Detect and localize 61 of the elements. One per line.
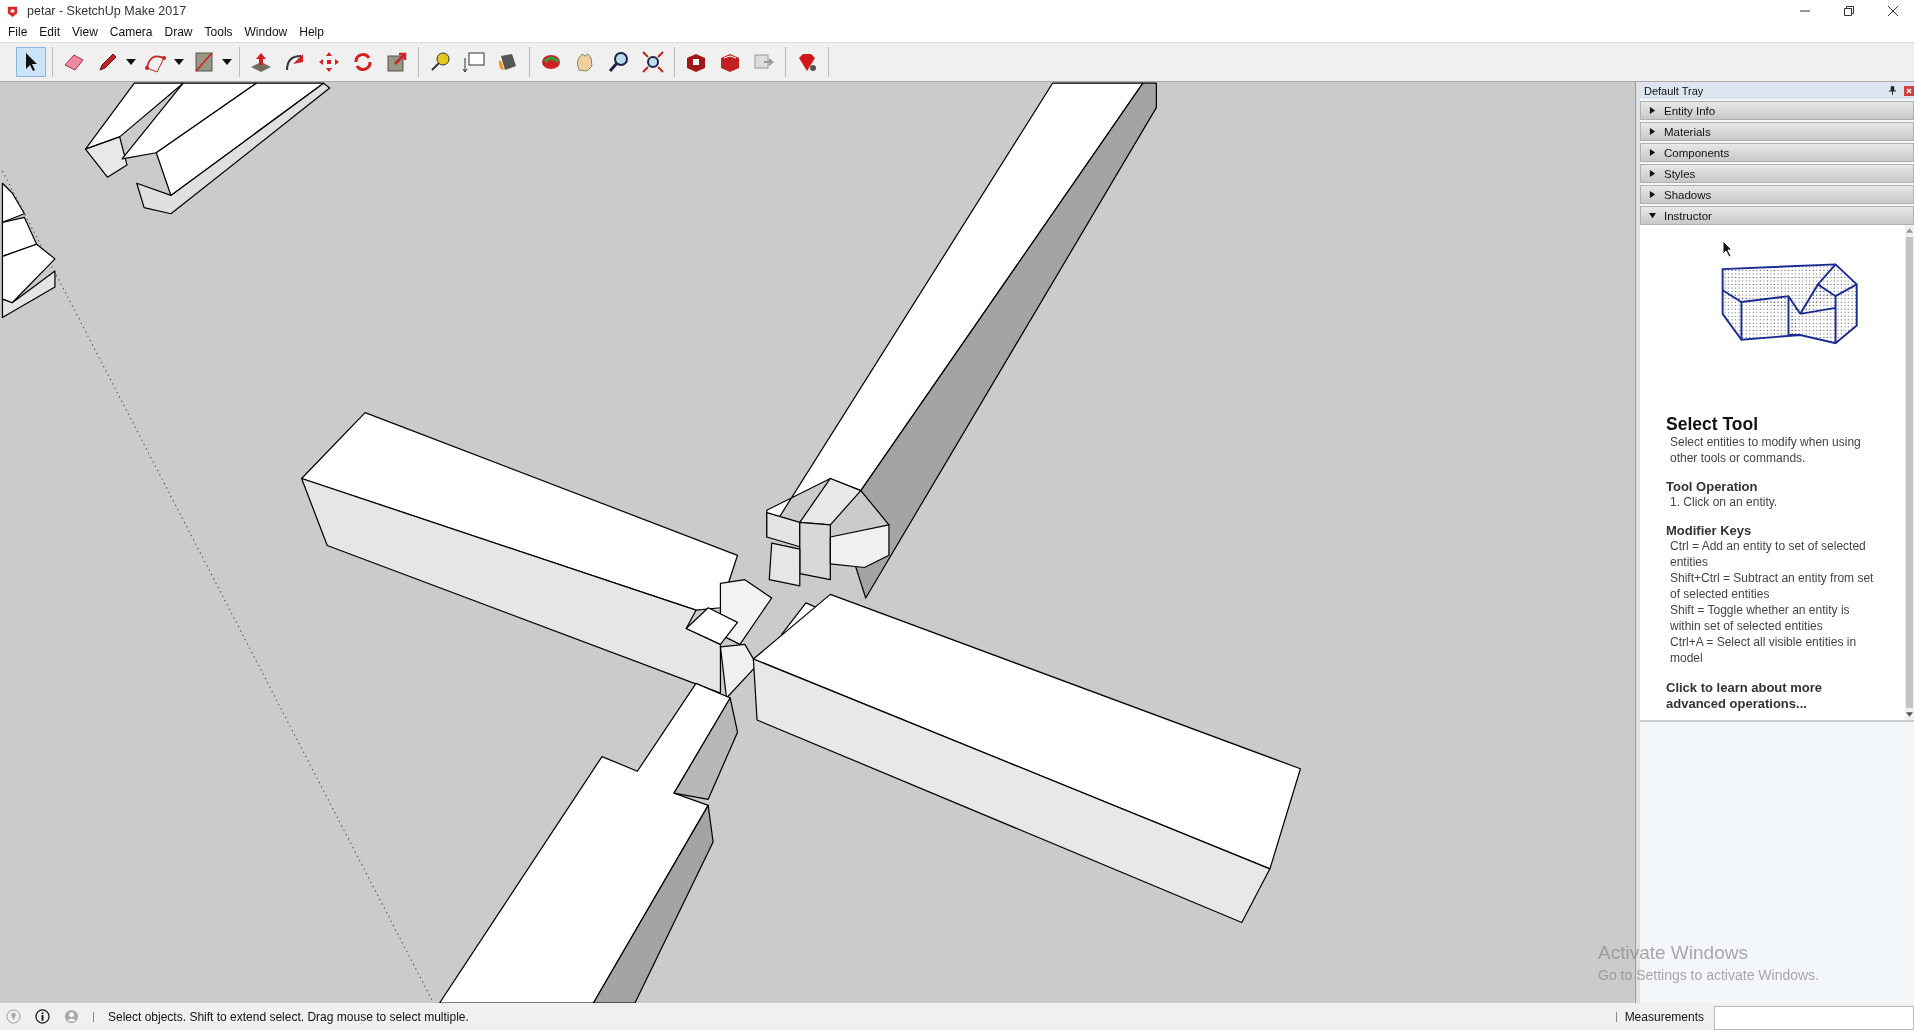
instructor-text: Select entities to modify when using other tools or commands.: [1669, 434, 1862, 466]
tray-panel-header[interactable]: Components: [1640, 143, 1914, 162]
instructor-text: Shift = Toggle whether an entity is within set of selected entities: [1669, 602, 1851, 634]
menu-item[interactable]: Help: [293, 25, 330, 39]
zoom-extents-icon: [641, 50, 665, 74]
triangle-icon[interactable]: [1649, 170, 1656, 177]
info-icon[interactable]: [35, 1009, 50, 1024]
four-arrows-icon: [317, 50, 341, 74]
instructor-text: 1. Click on an entity.: [1669, 494, 1779, 510]
caret-icon[interactable]: [126, 59, 136, 65]
panel-title[interactable]: Materials: [1664, 125, 1711, 138]
tray-panel-header[interactable]: Styles: [1640, 164, 1914, 183]
mouse-pointer-icon: [1722, 240, 1734, 258]
instructor-text: Ctrl = Add an entity to set of selected entities: [1669, 538, 1867, 570]
window-title: petar - SketchUp Make 2017: [27, 4, 187, 18]
triangle-icon[interactable]: [1649, 212, 1656, 219]
section-heading: Tool Operation: [1666, 480, 1759, 494]
menu-item[interactable]: Window: [238, 25, 294, 39]
scale-icon: [385, 50, 409, 74]
measurements-label: Measurements: [1624, 1009, 1704, 1024]
instructor-text: Shift+Ctrl = Subtract an entity from set of selected entities: [1669, 570, 1875, 602]
zoom-icon: [607, 50, 631, 74]
tray-panel-header[interactable]: Shadows: [1640, 185, 1914, 204]
scroll-down-icon[interactable]: [1906, 712, 1913, 717]
pin-icon[interactable]: [1889, 86, 1896, 95]
triangle-icon[interactable]: [1649, 128, 1656, 135]
select-tool-button[interactable]: [16, 47, 46, 77]
measurements-field[interactable]: [1714, 1006, 1914, 1030]
scrollbar[interactable]: [1905, 225, 1914, 720]
close-icon[interactable]: [1888, 6, 1898, 16]
app-logo-icon: [6, 4, 19, 18]
menu-item[interactable]: Camera: [103, 25, 159, 39]
learn-more-link[interactable]: Click to learn about more advanced operations...: [1666, 680, 1881, 712]
tray-panel-header[interactable]: Instructor: [1640, 206, 1914, 225]
menu-item[interactable]: File: [2, 25, 34, 39]
activation-title: Activate Windows: [1598, 942, 1749, 964]
restore-icon[interactable]: [1844, 6, 1854, 16]
tray-title: Default Tray: [1644, 84, 1705, 97]
tray-panel-header[interactable]: Entity Info: [1640, 101, 1914, 120]
status-message: Select objects. Shift to extend select. Drag mouse to select multiple.: [108, 1009, 469, 1024]
menu-item[interactable]: Edit: [33, 25, 67, 39]
panel-title[interactable]: Styles: [1664, 167, 1696, 180]
menu-item[interactable]: View: [66, 25, 104, 39]
menu-item[interactable]: Draw: [158, 25, 199, 39]
section-heading: Modifier Keys: [1666, 524, 1753, 538]
caret-icon[interactable]: [174, 59, 184, 65]
panel-title[interactable]: Instructor: [1664, 209, 1712, 222]
panel-title[interactable]: Entity Info: [1664, 104, 1716, 117]
menu-item[interactable]: Tools: [198, 25, 239, 39]
scroll-thumb[interactable]: [1906, 237, 1913, 708]
triangle-icon[interactable]: [1649, 149, 1656, 156]
panel-title[interactable]: Shadows: [1664, 188, 1712, 201]
tray-panel-header[interactable]: Materials: [1640, 122, 1914, 141]
text-label-icon: [462, 50, 486, 74]
panel-title[interactable]: Components: [1664, 146, 1730, 159]
triangle-icon[interactable]: [1649, 107, 1656, 114]
instructor-heading: Select Tool: [1666, 415, 1760, 434]
triangle-icon[interactable]: [1649, 191, 1656, 198]
instructor-text: Ctrl+A = Select all visible entities in model: [1669, 634, 1858, 666]
rectangle-icon: [192, 50, 216, 74]
caret-icon[interactable]: [222, 59, 232, 65]
